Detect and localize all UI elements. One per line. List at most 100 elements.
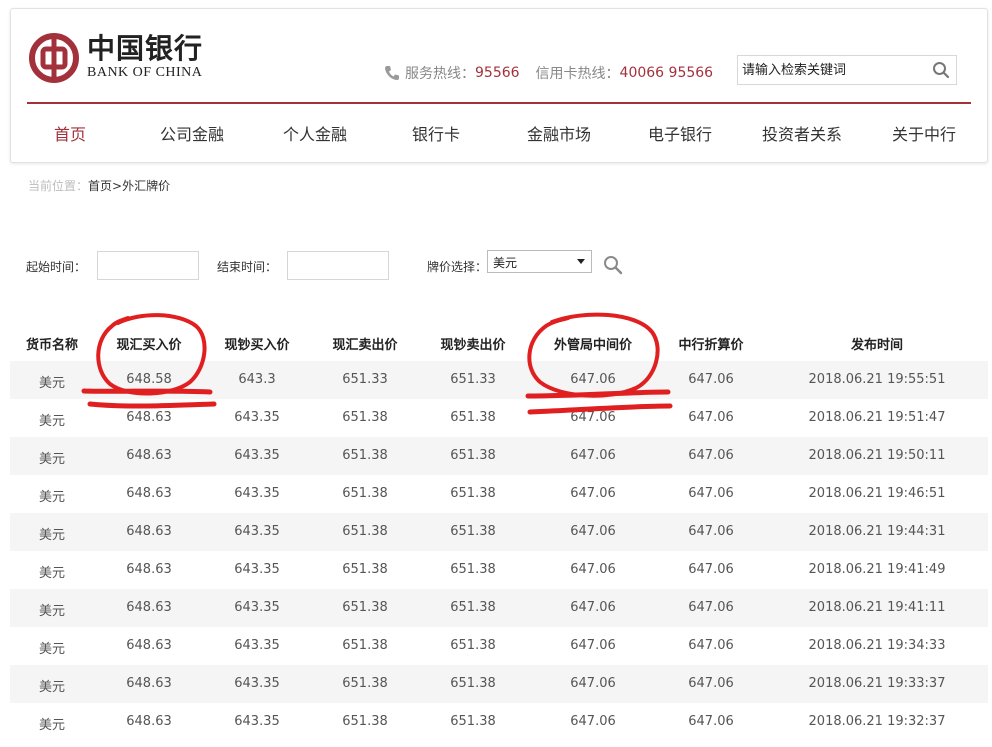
table-cell: 648.58	[126, 372, 172, 387]
table-cell: 2018.06.21 19:50:11	[808, 448, 946, 463]
table-row: 美元 648.63 643.35 651.38 651.38 647.06 647.06 20…	[10, 665, 988, 703]
table-cell: 647.06	[570, 600, 616, 615]
nav-item-e-banking[interactable]: 电子银行	[648, 121, 712, 145]
table-cell: 648.63	[126, 562, 172, 577]
table-row: 美元 648.58 643.3 651.33 651.33 647.06 647.06 201…	[10, 361, 988, 399]
column-header: 发布时间	[850, 338, 904, 353]
breadcrumb: 当前位置：首页>外汇牌价	[28, 177, 170, 194]
table-cell: 2018.06.21 19:44:31	[808, 524, 946, 539]
table-cell: 647.06	[688, 372, 734, 387]
column-header: 现钞买入价	[224, 338, 290, 353]
nav-item-about-boc[interactable]: 关于中行	[892, 121, 956, 145]
breadcrumb-prefix: 当前位置：	[28, 179, 89, 193]
bank-logo[interactable]: 中国银行 BANK OF CHINA	[29, 33, 203, 83]
table-cell: 647.06	[570, 676, 616, 691]
table-cell: 647.06	[570, 562, 616, 577]
breadcrumb-path[interactable]: 首页>外汇牌价	[88, 179, 170, 193]
table-row: 美元 648.63 643.35 651.38 651.38 647.06 647.06 20…	[10, 703, 988, 741]
nav-item-corporate-banking[interactable]: 公司金融	[160, 121, 224, 145]
table-cell: 647.06	[688, 486, 734, 501]
service-hotline-number: 95566	[475, 65, 520, 81]
table-row: 美元 648.63 643.35 651.38 651.38 647.06 647.06 20…	[10, 551, 988, 589]
table-cell: 643.35	[234, 600, 280, 615]
table-cell: 643.35	[234, 638, 280, 653]
table-cell: 651.38	[450, 410, 496, 425]
table-cell: 651.38	[450, 676, 496, 691]
table-cell: 643.35	[234, 448, 280, 463]
nav-item-financial-markets[interactable]: 金融市场	[527, 121, 591, 145]
table-cell: 美元	[38, 376, 66, 391]
table-cell: 643.35	[234, 562, 280, 577]
column-header: 中行折算价	[678, 338, 744, 353]
table-cell: 2018.06.21 19:33:37	[808, 676, 946, 691]
table-cell: 643.35	[234, 486, 280, 501]
table-cell: 648.63	[126, 486, 172, 501]
table-cell: 2018.06.21 19:51:47	[808, 410, 946, 425]
table-cell: 651.38	[450, 600, 496, 615]
logo-chinese-name: 中国银行	[87, 32, 204, 65]
start-time-label: 起始时间：	[26, 260, 87, 274]
table-body: 美元 648.58 643.3 651.33 651.33 647.06 647.06 201…	[10, 361, 988, 741]
table-cell: 2018.06.21 19:55:51	[808, 372, 946, 387]
table-cell: 美元	[38, 452, 66, 467]
table-cell: 643.35	[234, 714, 280, 729]
search-icon[interactable]	[932, 61, 950, 79]
table-cell: 648.63	[126, 448, 172, 463]
table-cell: 648.63	[126, 714, 172, 729]
nav-item-personal-banking[interactable]: 个人金融	[283, 121, 347, 145]
table-cell: 647.06	[570, 714, 616, 729]
table-cell: 647.06	[688, 714, 734, 729]
table-cell: 647.06	[688, 448, 734, 463]
table-cell: 651.38	[342, 714, 388, 729]
table-cell: 651.38	[450, 714, 496, 729]
table-cell: 647.06	[688, 410, 734, 425]
phone-icon	[385, 66, 399, 80]
table-cell: 651.38	[342, 448, 388, 463]
site-header: 中国银行 BANK OF CHINA 服务热线： 95566 信用卡热线： 40…	[10, 8, 988, 163]
table-cell: 651.38	[342, 486, 388, 501]
end-time-input[interactable]	[287, 251, 389, 280]
currency-select[interactable]: 美元	[487, 250, 592, 273]
filter-search-icon[interactable]	[603, 255, 623, 275]
table-cell: 651.38	[450, 638, 496, 653]
nav-item-investor-relations[interactable]: 投资者关系	[762, 121, 842, 145]
table-cell: 美元	[38, 680, 66, 695]
table-row: 美元 648.63 643.35 651.38 651.38 647.06 647.06 20…	[10, 589, 988, 627]
boc-logo-icon	[29, 33, 79, 83]
table-cell: 2018.06.21 19:41:49	[808, 562, 946, 577]
table-cell: 2018.06.21 19:34:33	[808, 638, 946, 653]
table-cell: 648.63	[126, 524, 172, 539]
header-divider	[27, 102, 971, 104]
table-row: 美元 648.63 643.35 651.38 651.38 647.06 647.06 20…	[10, 627, 988, 665]
table-header: 货币名称 现汇买入价 现钞买入价 现汇卖出价 现钞卖出价 外管局中间价 中行折算价 发布时间	[10, 325, 988, 361]
search-input[interactable]	[742, 57, 922, 83]
chevron-down-icon	[577, 259, 585, 264]
table-cell: 647.06	[688, 562, 734, 577]
column-header: 现汇买入价	[116, 338, 182, 353]
logo-english-name: BANK OF CHINA	[87, 65, 203, 80]
table-cell: 647.06	[688, 638, 734, 653]
table-cell: 643.35	[234, 410, 280, 425]
column-header: 外管局中间价	[553, 338, 633, 353]
nav-item-home[interactable]: 首页	[54, 121, 86, 145]
column-header: 现钞卖出价	[440, 338, 506, 353]
table-cell: 美元	[38, 414, 66, 429]
table-cell: 651.38	[450, 486, 496, 501]
table-cell: 651.38	[450, 562, 496, 577]
rate-filters: 起始时间： 结束时间： 牌价选择： 美元	[26, 250, 646, 282]
start-time-input[interactable]	[97, 251, 199, 280]
card-hotline-label: 信用卡热线：	[535, 66, 620, 82]
table-cell: 648.63	[126, 676, 172, 691]
table-row: 美元 648.63 643.35 651.38 651.38 647.06 647.06 20…	[10, 399, 988, 437]
table-cell: 651.38	[450, 448, 496, 463]
nav-item-bank-cards[interactable]: 银行卡	[412, 121, 460, 145]
table-cell: 643.3	[238, 372, 276, 387]
table-cell: 648.63	[126, 600, 172, 615]
table-cell: 651.38	[450, 524, 496, 539]
column-header: 现汇卖出价	[332, 338, 398, 353]
exchange-rate-table: 货币名称 现汇买入价 现钞买入价 现汇卖出价 现钞卖出价 外管局中间价 中行折算价 发布时间 …	[10, 325, 988, 741]
table-cell: 2018.06.21 19:32:37	[808, 714, 946, 729]
table-cell: 647.06	[570, 638, 616, 653]
table-cell: 美元	[38, 642, 66, 657]
table-cell: 651.38	[342, 524, 388, 539]
